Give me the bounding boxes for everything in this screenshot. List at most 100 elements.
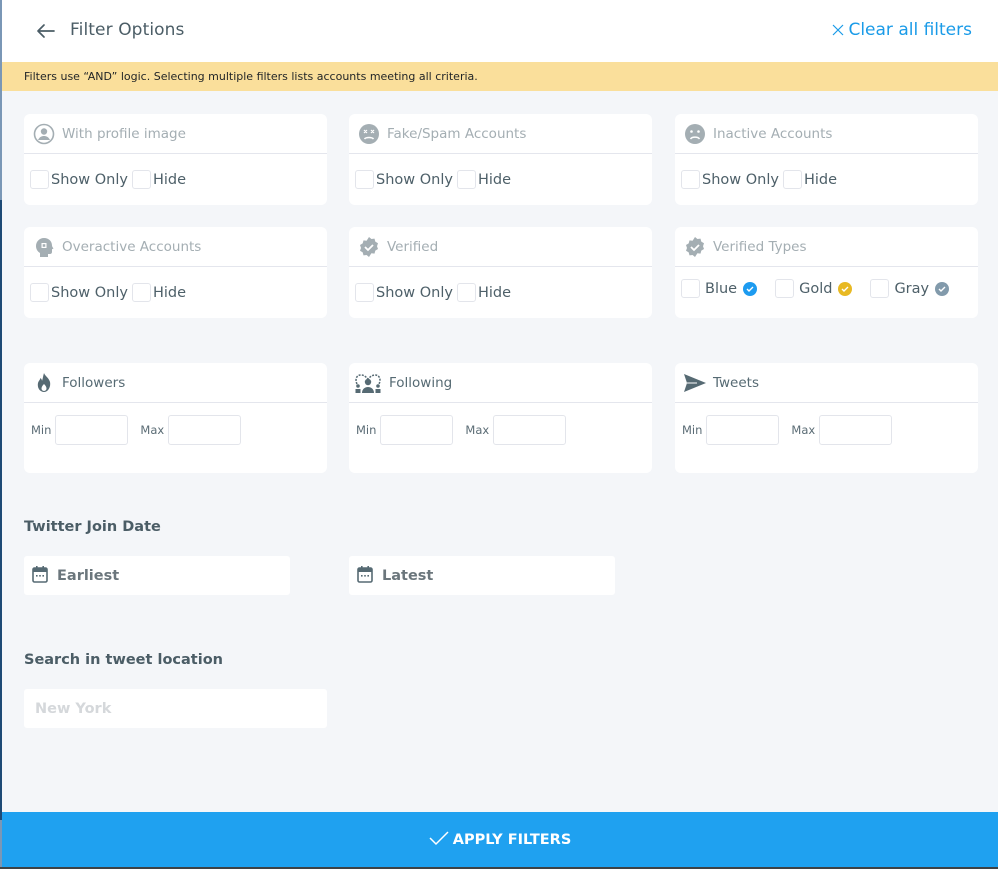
filter-title: Inactive Accounts	[713, 125, 833, 142]
followers-max-input[interactable]	[168, 415, 242, 445]
checkbox-box[interactable]	[456, 283, 476, 302]
checkbox-box[interactable]	[30, 170, 49, 189]
max-label: Max	[465, 423, 490, 437]
checkbox-box[interactable]	[131, 170, 151, 189]
latest-label: Latest	[382, 567, 434, 584]
checkbox-label: Hide	[152, 171, 187, 188]
show-only-checkbox[interactable]: Show Only	[355, 283, 453, 302]
filter-card-verified: Verified Show Only Hide	[349, 227, 652, 318]
checkbox-box[interactable]	[870, 279, 890, 298]
latest-date-picker[interactable]: Latest	[349, 556, 615, 595]
filter-title: Following	[389, 374, 453, 391]
checkbox-label: Hide	[477, 284, 512, 301]
max-label: Max	[791, 423, 816, 437]
hide-checkbox[interactable]: Hide	[131, 170, 187, 189]
checkbox-label: Gold	[799, 280, 833, 297]
clear-all-filters-button[interactable]: Clear all filters	[832, 20, 972, 40]
page-title: Filter Options	[70, 20, 185, 40]
show-only-checkbox[interactable]: Show Only	[30, 283, 128, 302]
calendar-icon	[32, 565, 48, 587]
verified-badge-icon	[684, 236, 706, 258]
show-only-checkbox[interactable]: Show Only	[30, 170, 128, 189]
checkbox-label: Blue	[705, 280, 738, 297]
followers-min-input[interactable]	[55, 415, 129, 445]
user-circle-icon	[33, 123, 55, 145]
checkbox-label: Hide	[152, 284, 187, 301]
checkbox-box[interactable]	[355, 170, 374, 189]
filter-title: With profile image	[62, 125, 186, 142]
sad-face-icon	[684, 123, 706, 145]
filter-title: Verified Types	[713, 238, 807, 255]
checkbox-box[interactable]	[681, 170, 700, 189]
checkbox-label: Hide	[803, 171, 838, 188]
checkbox-label: Show Only	[702, 171, 779, 188]
left-edge-strip-dark	[0, 200, 2, 820]
following-max-input[interactable]	[493, 415, 567, 445]
and-logic-notice: Filters use “AND” logic. Selecting multi…	[2, 62, 998, 91]
filter-card-verified-types: Verified Types Blue Gold Gray	[675, 227, 978, 318]
dizzy-face-icon	[358, 123, 380, 145]
hide-checkbox[interactable]: Hide	[456, 170, 512, 189]
filter-card-profile-image: With profile image Show Only Hide	[24, 114, 327, 205]
notice-text: Filters use “AND” logic. Selecting multi…	[24, 70, 478, 83]
gold-check-badge-icon	[838, 281, 853, 296]
left-edge-strip	[0, 0, 2, 869]
tweets-max-input[interactable]	[819, 415, 893, 445]
tweets-min-input[interactable]	[706, 415, 780, 445]
send-icon	[684, 372, 706, 394]
checkbox-box[interactable]	[782, 170, 802, 189]
hide-checkbox[interactable]: Hide	[131, 283, 187, 302]
min-label: Min	[31, 423, 52, 437]
users-group-icon	[354, 372, 382, 394]
checkbox-box[interactable]	[30, 283, 49, 302]
filter-card-inactive: Inactive Accounts Show Only Hide	[675, 114, 978, 205]
earliest-label: Earliest	[57, 567, 120, 584]
range-card-tweets: Tweets Min Max	[675, 363, 978, 473]
head-gear-icon	[33, 236, 55, 258]
earliest-date-picker[interactable]: Earliest	[24, 556, 290, 595]
show-only-checkbox[interactable]: Show Only	[681, 170, 779, 189]
following-min-input[interactable]	[380, 415, 454, 445]
fire-icon	[33, 372, 55, 394]
apply-filters-button[interactable]: APPLY FILTERS	[2, 812, 998, 867]
max-label: Max	[140, 423, 165, 437]
verified-blue-checkbox[interactable]: Blue	[681, 279, 771, 298]
clear-all-label: Clear all filters	[848, 20, 972, 40]
range-card-followers: Followers Min Max	[24, 363, 327, 473]
join-date-title: Twitter Join Date	[24, 519, 161, 535]
filter-title: Tweets	[713, 374, 759, 391]
blue-check-badge-icon	[743, 281, 758, 296]
checkbox-label: Show Only	[376, 284, 453, 301]
header: Filter Options Clear all filters	[2, 0, 998, 62]
calendar-icon	[357, 565, 373, 587]
apply-filters-label: APPLY FILTERS	[452, 831, 572, 848]
hide-checkbox[interactable]: Hide	[456, 283, 512, 302]
gray-check-badge-icon	[935, 281, 950, 296]
checkbox-label: Show Only	[51, 284, 128, 301]
checkbox-box[interactable]	[775, 279, 795, 298]
filter-card-fake-spam: Fake/Spam Accounts Show Only Hide	[349, 114, 652, 205]
verified-gold-checkbox[interactable]: Gold	[775, 279, 866, 298]
checkbox-box[interactable]	[131, 283, 151, 302]
filter-title: Followers	[62, 374, 126, 391]
checkbox-label: Show Only	[51, 171, 128, 188]
checkbox-box[interactable]	[355, 283, 374, 302]
range-card-following: Following Min Max	[349, 363, 652, 473]
verified-badge-icon	[358, 236, 380, 258]
checkbox-box[interactable]	[456, 170, 476, 189]
filter-title: Overactive Accounts	[62, 238, 202, 255]
checkbox-label: Hide	[477, 171, 512, 188]
show-only-checkbox[interactable]: Show Only	[355, 170, 453, 189]
arrow-left-icon[interactable]	[34, 19, 58, 43]
checkbox-label: Gray	[894, 280, 930, 297]
verified-gray-checkbox[interactable]: Gray	[870, 279, 963, 298]
checkbox-box[interactable]	[681, 279, 700, 298]
check-icon	[429, 830, 453, 850]
checkbox-label: Show Only	[376, 171, 453, 188]
filter-title: Fake/Spam Accounts	[387, 125, 527, 142]
min-label: Min	[356, 423, 377, 437]
location-title: Search in tweet location	[24, 652, 223, 668]
hide-checkbox[interactable]: Hide	[782, 170, 838, 189]
filter-title: Verified	[387, 238, 439, 255]
location-search-input[interactable]	[24, 689, 327, 728]
